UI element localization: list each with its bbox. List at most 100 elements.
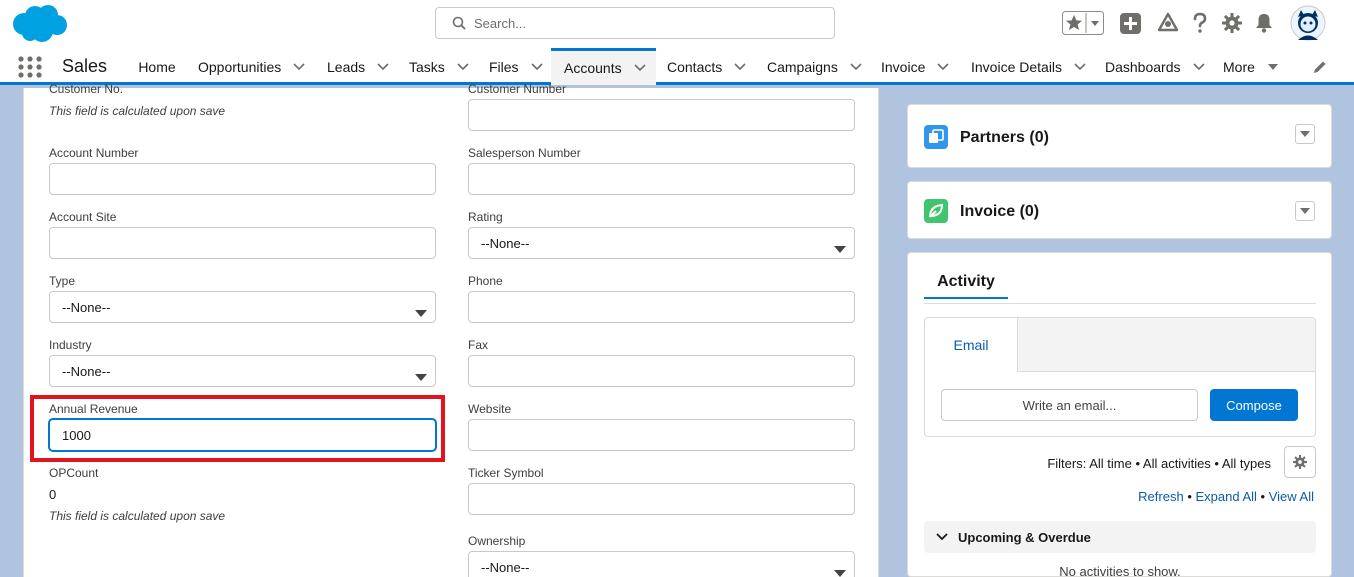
website-label: Website: [468, 402, 512, 416]
account-site-input[interactable]: [49, 227, 436, 259]
nav-item-opportunities[interactable]: Opportunities: [187, 48, 305, 85]
record-edit-form: Customer No. This field is calculated up…: [23, 82, 879, 577]
divider: [924, 303, 1316, 304]
notifications-bell-icon[interactable]: [1255, 13, 1273, 38]
related-list-invoice: Invoice (0): [907, 181, 1332, 239]
nav-item-files[interactable]: Files: [478, 48, 543, 85]
account-number-label: Account Number: [49, 146, 139, 160]
phone-label: Phone: [468, 274, 503, 288]
nav-item-more[interactable]: More: [1212, 48, 1279, 85]
tab-activity[interactable]: Activity: [924, 273, 1008, 299]
global-header: [0, 0, 1354, 48]
nav-item-label: Files: [489, 58, 519, 75]
rating-select-value: --None--: [481, 235, 530, 251]
nav-item-label: Opportunities: [198, 58, 282, 75]
chevron-down-icon[interactable]: [530, 62, 543, 71]
invoice-title[interactable]: Invoice (0): [960, 203, 1039, 221]
chevron-down-icon[interactable]: [377, 62, 389, 71]
partners-title[interactable]: Partners (0): [960, 129, 1049, 147]
nav-item-label: Leads: [327, 58, 366, 75]
trailhead-icon[interactable]: [1157, 12, 1179, 39]
salesforce-logo-icon[interactable]: [10, 4, 68, 49]
rating-select[interactable]: --None--: [468, 227, 855, 259]
ticker-symbol-input[interactable]: [468, 483, 855, 515]
opcount-label: OPCount: [49, 466, 99, 480]
setup-gear-icon[interactable]: [1222, 13, 1242, 38]
nav-item-label: Contacts: [667, 58, 723, 75]
industry-select[interactable]: --None--: [49, 355, 436, 387]
nav-item-label: Invoice Details: [971, 58, 1063, 75]
type-select[interactable]: --None--: [49, 291, 436, 323]
caret-down-icon[interactable]: [1267, 63, 1279, 71]
nav-item-contacts[interactable]: Contacts: [656, 48, 746, 85]
filter-settings-gear-icon[interactable]: [1284, 446, 1316, 478]
app-navigation-bar: Sales Home Opportunities Leads Tasks Fil…: [0, 48, 1354, 85]
publisher-tabstrip: [1017, 318, 1315, 372]
customer-no-label: Customer No.: [49, 82, 124, 96]
nav-item-label: Accounts: [564, 60, 622, 76]
refresh-link[interactable]: Refresh: [1138, 489, 1184, 504]
salesperson-number-input[interactable]: [468, 163, 855, 195]
website-input[interactable]: [468, 419, 855, 451]
chevron-down-icon[interactable]: [1074, 62, 1086, 71]
ticker-symbol-label: Ticker Symbol: [468, 466, 544, 480]
nav-item-label: More: [1223, 58, 1255, 75]
phone-input[interactable]: [468, 291, 855, 323]
fax-label: Fax: [468, 338, 489, 352]
related-list-partners: Partners (0): [907, 104, 1332, 168]
nav-item-label: Home: [138, 58, 176, 75]
customer-number-input[interactable]: [468, 99, 855, 131]
user-avatar[interactable]: [1290, 5, 1326, 46]
chevron-down-icon[interactable]: [634, 64, 646, 72]
chevron-down-icon[interactable]: [734, 62, 746, 71]
nav-item-campaigns[interactable]: Campaigns: [756, 48, 862, 85]
nav-item-label: Invoice: [881, 58, 926, 75]
caret-down-icon: [415, 369, 427, 384]
empty-activities-message: No activities to show.: [1059, 564, 1181, 577]
chevron-down-icon[interactable]: [1192, 62, 1205, 71]
ownership-select-value: --None--: [481, 559, 530, 575]
chevron-down-icon[interactable]: [457, 62, 469, 71]
link-separator: •: [1183, 489, 1196, 504]
global-search[interactable]: [435, 7, 835, 39]
nav-item-accounts[interactable]: Accounts: [551, 48, 656, 85]
customer-number-label: Customer Number: [468, 82, 567, 96]
rating-label: Rating: [468, 210, 503, 224]
app-name: Sales: [62, 56, 108, 76]
industry-select-value: --None--: [62, 363, 111, 379]
help-icon[interactable]: [1192, 12, 1208, 39]
upcoming-overdue-section[interactable]: Upcoming & Overdue: [924, 521, 1316, 553]
nav-item-invoice[interactable]: Invoice: [870, 48, 949, 85]
favorites-button[interactable]: [1062, 11, 1104, 40]
fax-input[interactable]: [468, 355, 855, 387]
nav-item-home[interactable]: Home: [127, 48, 187, 85]
account-number-input[interactable]: [49, 163, 436, 195]
partners-icon: [924, 125, 948, 149]
write-email-input[interactable]: Write an email...: [941, 389, 1198, 421]
nav-item-invoice-details[interactable]: Invoice Details: [960, 48, 1086, 85]
nav-item-leads[interactable]: Leads: [316, 48, 389, 85]
app-launcher-icon[interactable]: [18, 56, 42, 83]
type-label: Type: [49, 274, 76, 288]
customer-no-help: This field is calculated upon save: [49, 104, 226, 118]
edit-nav-pencil-icon[interactable]: [1313, 60, 1327, 79]
chevron-down-icon[interactable]: [937, 62, 949, 71]
invoice-icon: [924, 199, 948, 223]
nav-item-dashboards[interactable]: Dashboards: [1094, 48, 1205, 85]
global-actions-add-icon[interactable]: [1120, 13, 1141, 39]
tab-email[interactable]: Email: [925, 318, 1017, 372]
expand-all-link[interactable]: Expand All: [1195, 489, 1256, 504]
type-select-value: --None--: [62, 299, 111, 315]
view-all-link[interactable]: View All: [1269, 489, 1314, 504]
compose-button[interactable]: Compose: [1210, 389, 1298, 421]
caret-down-icon: [834, 241, 846, 256]
link-separator: •: [1256, 489, 1269, 504]
annotation-highlight-box: [30, 395, 445, 462]
chevron-down-icon[interactable]: [850, 62, 862, 71]
nav-item-tasks[interactable]: Tasks: [398, 48, 469, 85]
search-input[interactable]: [474, 12, 814, 34]
chevron-down-icon[interactable]: [293, 62, 305, 71]
ownership-select[interactable]: --None--: [468, 551, 855, 577]
invoice-menu-button[interactable]: [1295, 201, 1315, 221]
partners-menu-button[interactable]: [1295, 124, 1315, 144]
